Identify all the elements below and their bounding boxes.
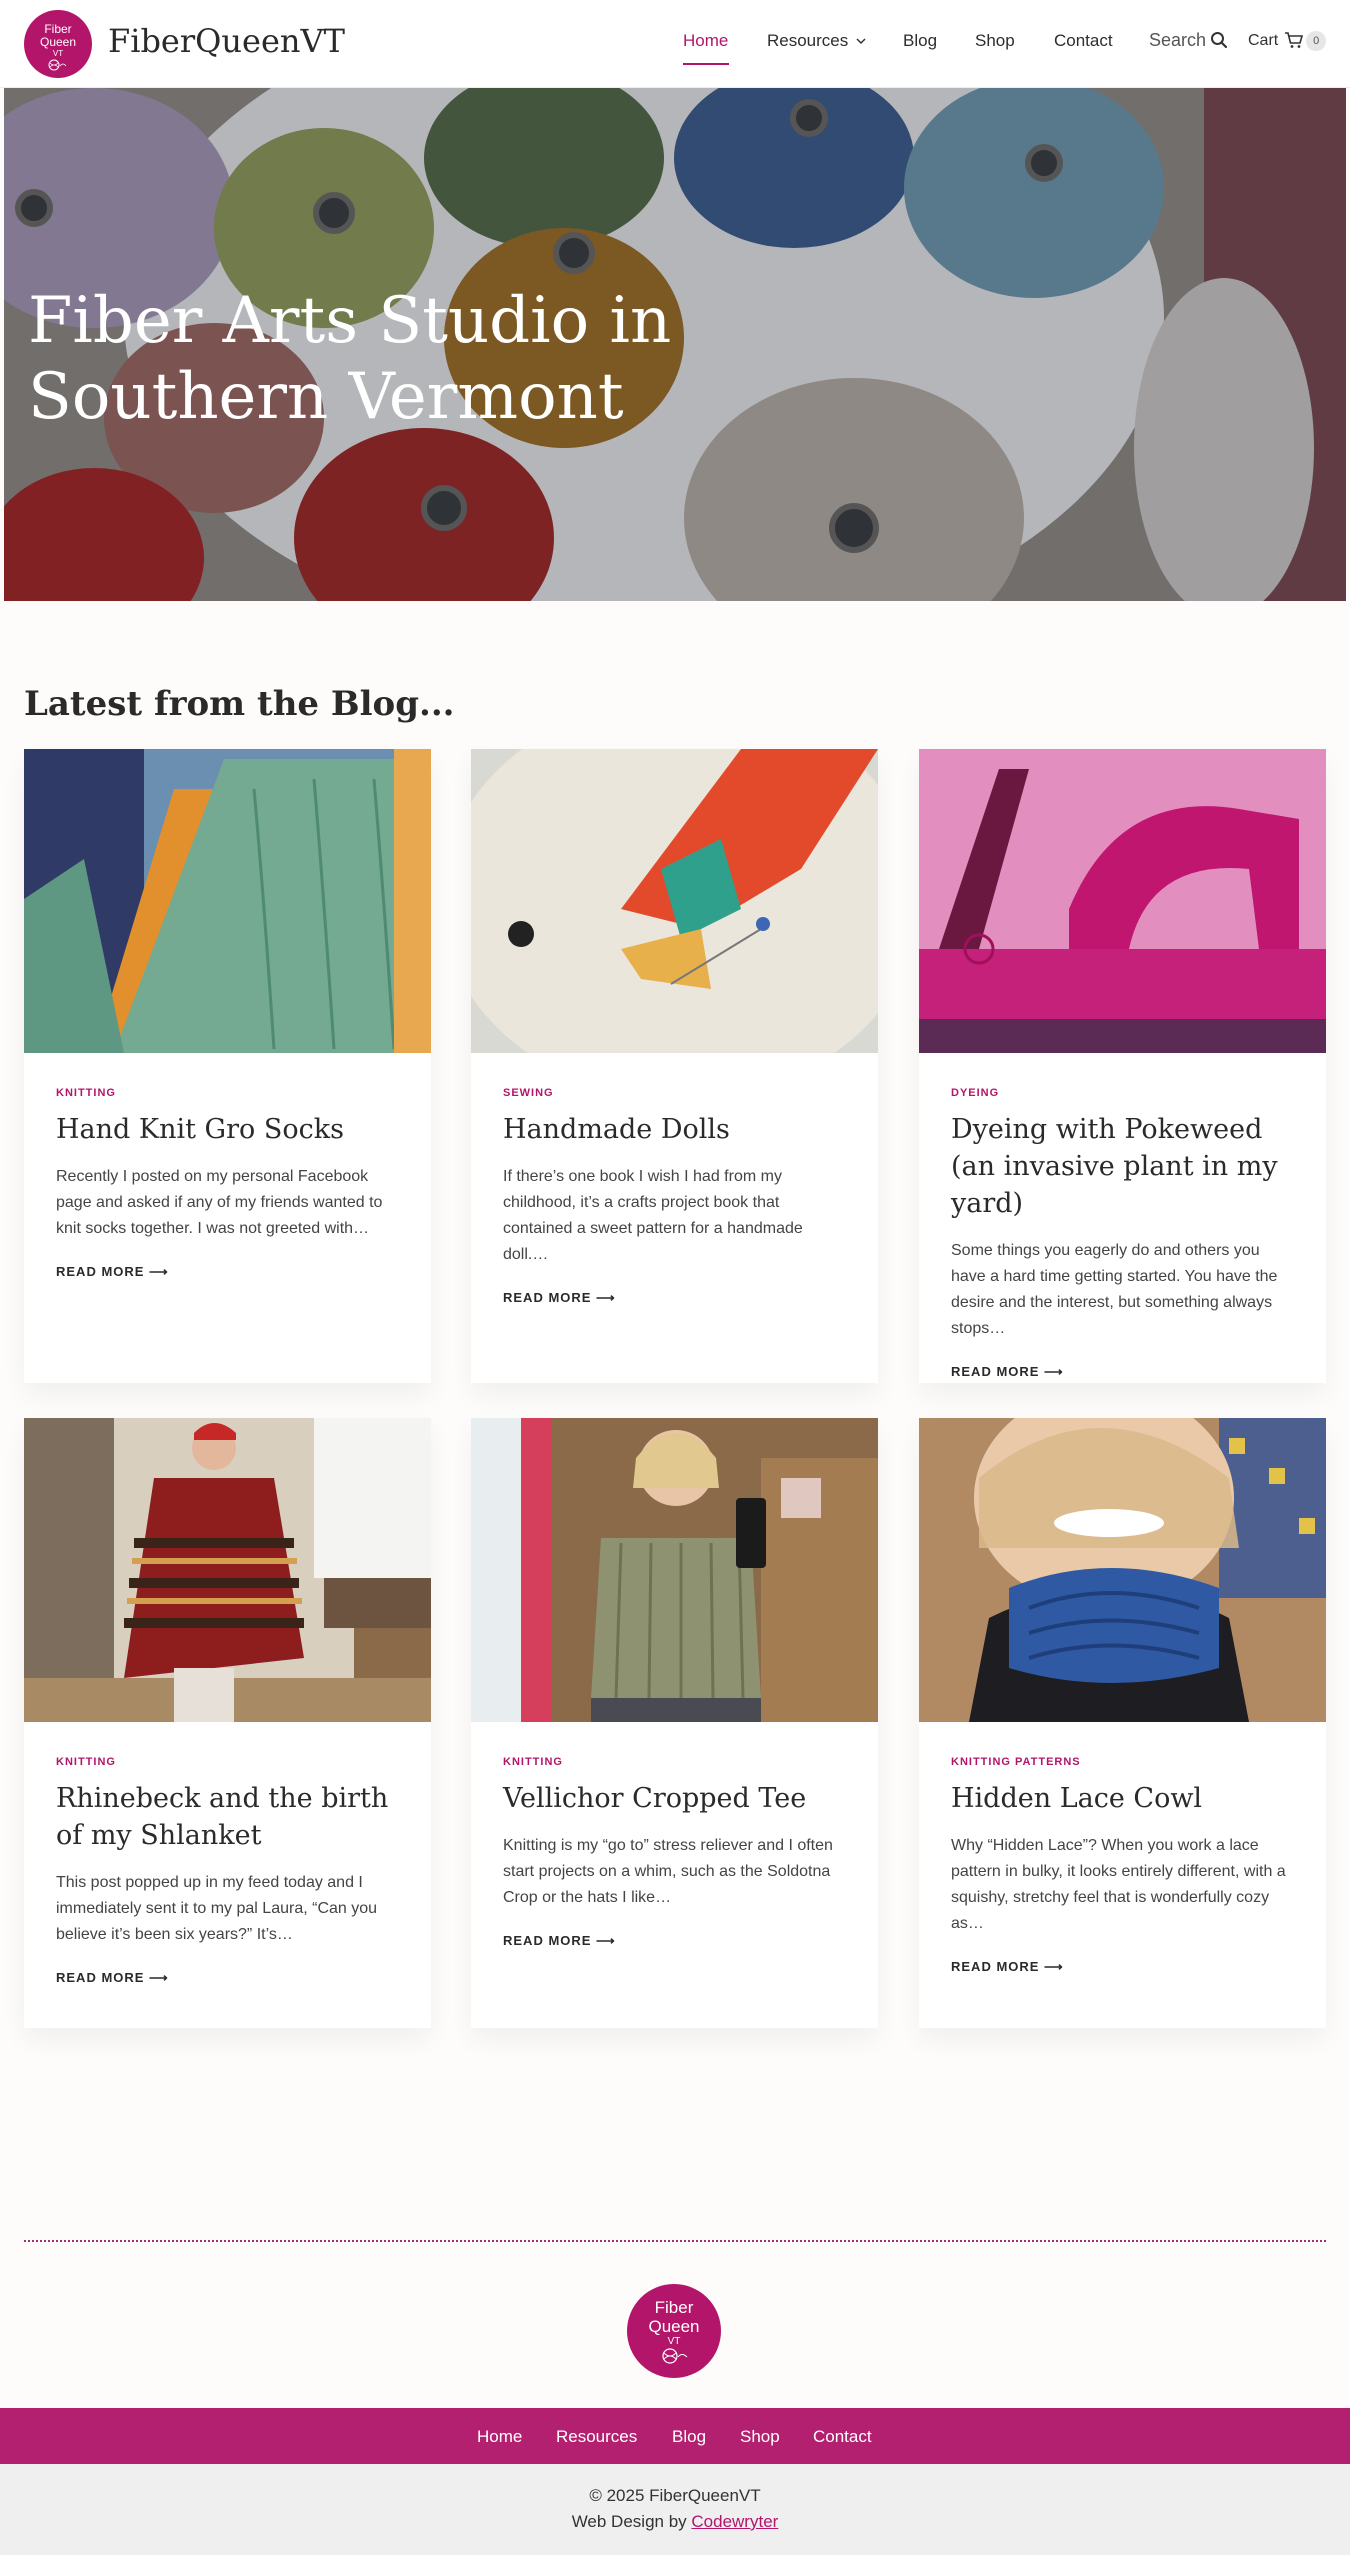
read-more-link[interactable]: READ MORE ⟶ [503,1290,850,1306]
shlanket-photo [24,1418,431,1722]
read-more-link[interactable]: READ MORE ⟶ [951,1959,1298,1975]
post-title[interactable]: Rhinebeck and the birth of my Shlanket [56,1780,403,1854]
blog-card: KNITTING Vellichor Cropped Tee Knitting … [471,1418,878,2028]
post-body: DYEING Dyeing with Pokeweed (an invasive… [951,1087,1298,1380]
cart-button[interactable]: Cart 0 [1248,31,1327,51]
post-title[interactable]: Hidden Lace Cowl [951,1780,1298,1817]
hero-title: Fiber Arts Studio in Southern Vermont [28,283,928,435]
footer-logo-line1: Fiber [654,2298,694,2317]
post-category-link[interactable]: KNITTING [503,1756,850,1768]
post-excerpt: Recently I posted on my personal Faceboo… [56,1168,383,1237]
footer-nav-home[interactable]: Home [477,2427,522,2447]
design-credit: Web Design by Codewryter [0,2512,1350,2532]
logo-text-line3: VT [52,49,64,58]
search-label: Search [1149,30,1207,50]
post-excerpt: Why “Hidden Lace”? When you work a lace … [951,1837,1286,1932]
read-more-link[interactable]: READ MORE ⟶ [951,1364,1298,1380]
post-thumbnail[interactable] [24,1418,431,1722]
post-thumbnail[interactable] [471,749,878,1053]
site-title[interactable]: FiberQueenVT [108,22,345,60]
footer-logo-line3: VT [667,2336,681,2347]
cart-icon [1285,32,1304,48]
post-thumbnail[interactable] [919,1418,1326,1722]
footer-logo[interactable]: Fiber Queen VT [627,2284,721,2378]
nav-resources[interactable]: Resources [767,31,866,51]
post-body: SEWING Handmade Dolls If there’s one boo… [503,1087,850,1306]
post-excerpt: This post popped up in my feed today and… [56,1874,378,1943]
search-button[interactable]: Search [1149,30,1228,51]
post-body: KNITTING Rhinebeck and the birth of my S… [56,1756,403,1986]
blog-card: DYEING Dyeing with Pokeweed (an invasive… [919,749,1326,1383]
yarn-ball-icon [662,2348,688,2364]
cart-label: Cart [1248,32,1279,49]
blog-card: KNITTING Rhinebeck and the birth of my S… [24,1418,431,2028]
post-title[interactable]: Hand Knit Gro Socks [56,1111,403,1148]
read-more-link[interactable]: READ MORE ⟶ [56,1970,403,1986]
post-body: KNITTING Vellichor Cropped Tee Knitting … [503,1756,850,1949]
read-more-link[interactable]: READ MORE ⟶ [56,1264,403,1280]
post-thumbnail[interactable] [471,1418,878,1722]
hero-banner: Fiber Arts Studio in Southern Vermont [4,88,1346,601]
yarn-ball-icon [48,59,67,71]
post-thumbnail[interactable] [919,749,1326,1053]
chevron-down-icon [856,38,866,45]
lace-cowl-photo [919,1418,1326,1722]
copyright-text: © 2025 FiberQueenVT [589,2486,761,2505]
post-category-link[interactable]: KNITTING PATTERNS [951,1756,1298,1768]
footer-nav-blog[interactable]: Blog [672,2427,706,2447]
nav-resources-label: Resources [767,31,849,50]
nav-active-indicator [683,63,729,65]
footer-nav: Home Resources Blog Shop Contact [0,2408,1350,2464]
footer-nav-resources[interactable]: Resources [556,2427,637,2447]
blog-card: KNITTING Hand Knit Gro Socks Recently I … [24,749,431,1383]
footer-divider [24,2240,1326,2242]
footer-bottom: © 2025 FiberQueenVT Web Design by Codewr… [0,2464,1350,2555]
blog-card: SEWING Handmade Dolls If there’s one boo… [471,749,878,1383]
read-more-link[interactable]: READ MORE ⟶ [503,1933,850,1949]
post-category-link[interactable]: KNITTING [56,1087,403,1099]
post-category-link[interactable]: DYEING [951,1087,1298,1099]
hero-title-line2: Southern Vermont [28,360,624,434]
post-title[interactable]: Dyeing with Pokeweed (an invasive plant … [951,1111,1298,1222]
blog-section-heading: Latest from the Blog... [24,684,455,724]
logo-text-line2: Queen [39,35,77,49]
post-thumbnail[interactable] [24,749,431,1053]
post-body: KNITTING PATTERNS Hidden Lace Cowl Why “… [951,1756,1298,1975]
sock-photo [24,749,431,1053]
post-category-link[interactable]: SEWING [503,1087,850,1099]
hero-title-line1: Fiber Arts Studio in [28,284,672,358]
nav-contact[interactable]: Contact [1054,31,1113,51]
post-title[interactable]: Vellichor Cropped Tee [503,1780,850,1817]
footer-nav-shop[interactable]: Shop [740,2427,780,2447]
cropped-tee-photo [471,1418,878,1722]
codewryter-link[interactable]: Codewryter [691,2512,778,2531]
footer-nav-contact[interactable]: Contact [813,2427,872,2447]
footer-logo-line2: Queen [648,2317,700,2336]
search-icon [1211,32,1228,49]
post-excerpt: Some things you eagerly do and others yo… [951,1242,1278,1337]
doll-fabric-photo [471,749,878,1053]
post-title[interactable]: Handmade Dolls [503,1111,850,1148]
nav-blog[interactable]: Blog [903,31,937,51]
nav-home[interactable]: Home [683,31,728,51]
site-logo[interactable]: Fiber Queen VT [24,10,92,78]
site-header: Fiber Queen VT FiberQueenVT Home Resourc… [0,0,1350,88]
post-category-link[interactable]: KNITTING [56,1756,403,1768]
post-excerpt: If there’s one book I wish I had from my… [503,1168,803,1263]
blog-card: KNITTING PATTERNS Hidden Lace Cowl Why “… [919,1418,1326,2028]
nav-shop[interactable]: Shop [975,31,1015,51]
post-body: KNITTING Hand Knit Gro Socks Recently I … [56,1087,403,1280]
cart-count-badge: 0 [1306,31,1327,51]
pokeweed-dye-photo [919,749,1326,1053]
post-excerpt: Knitting is my “go to” stress reliever a… [503,1837,833,1906]
design-credit-prefix: Web Design by [571,2512,692,2531]
